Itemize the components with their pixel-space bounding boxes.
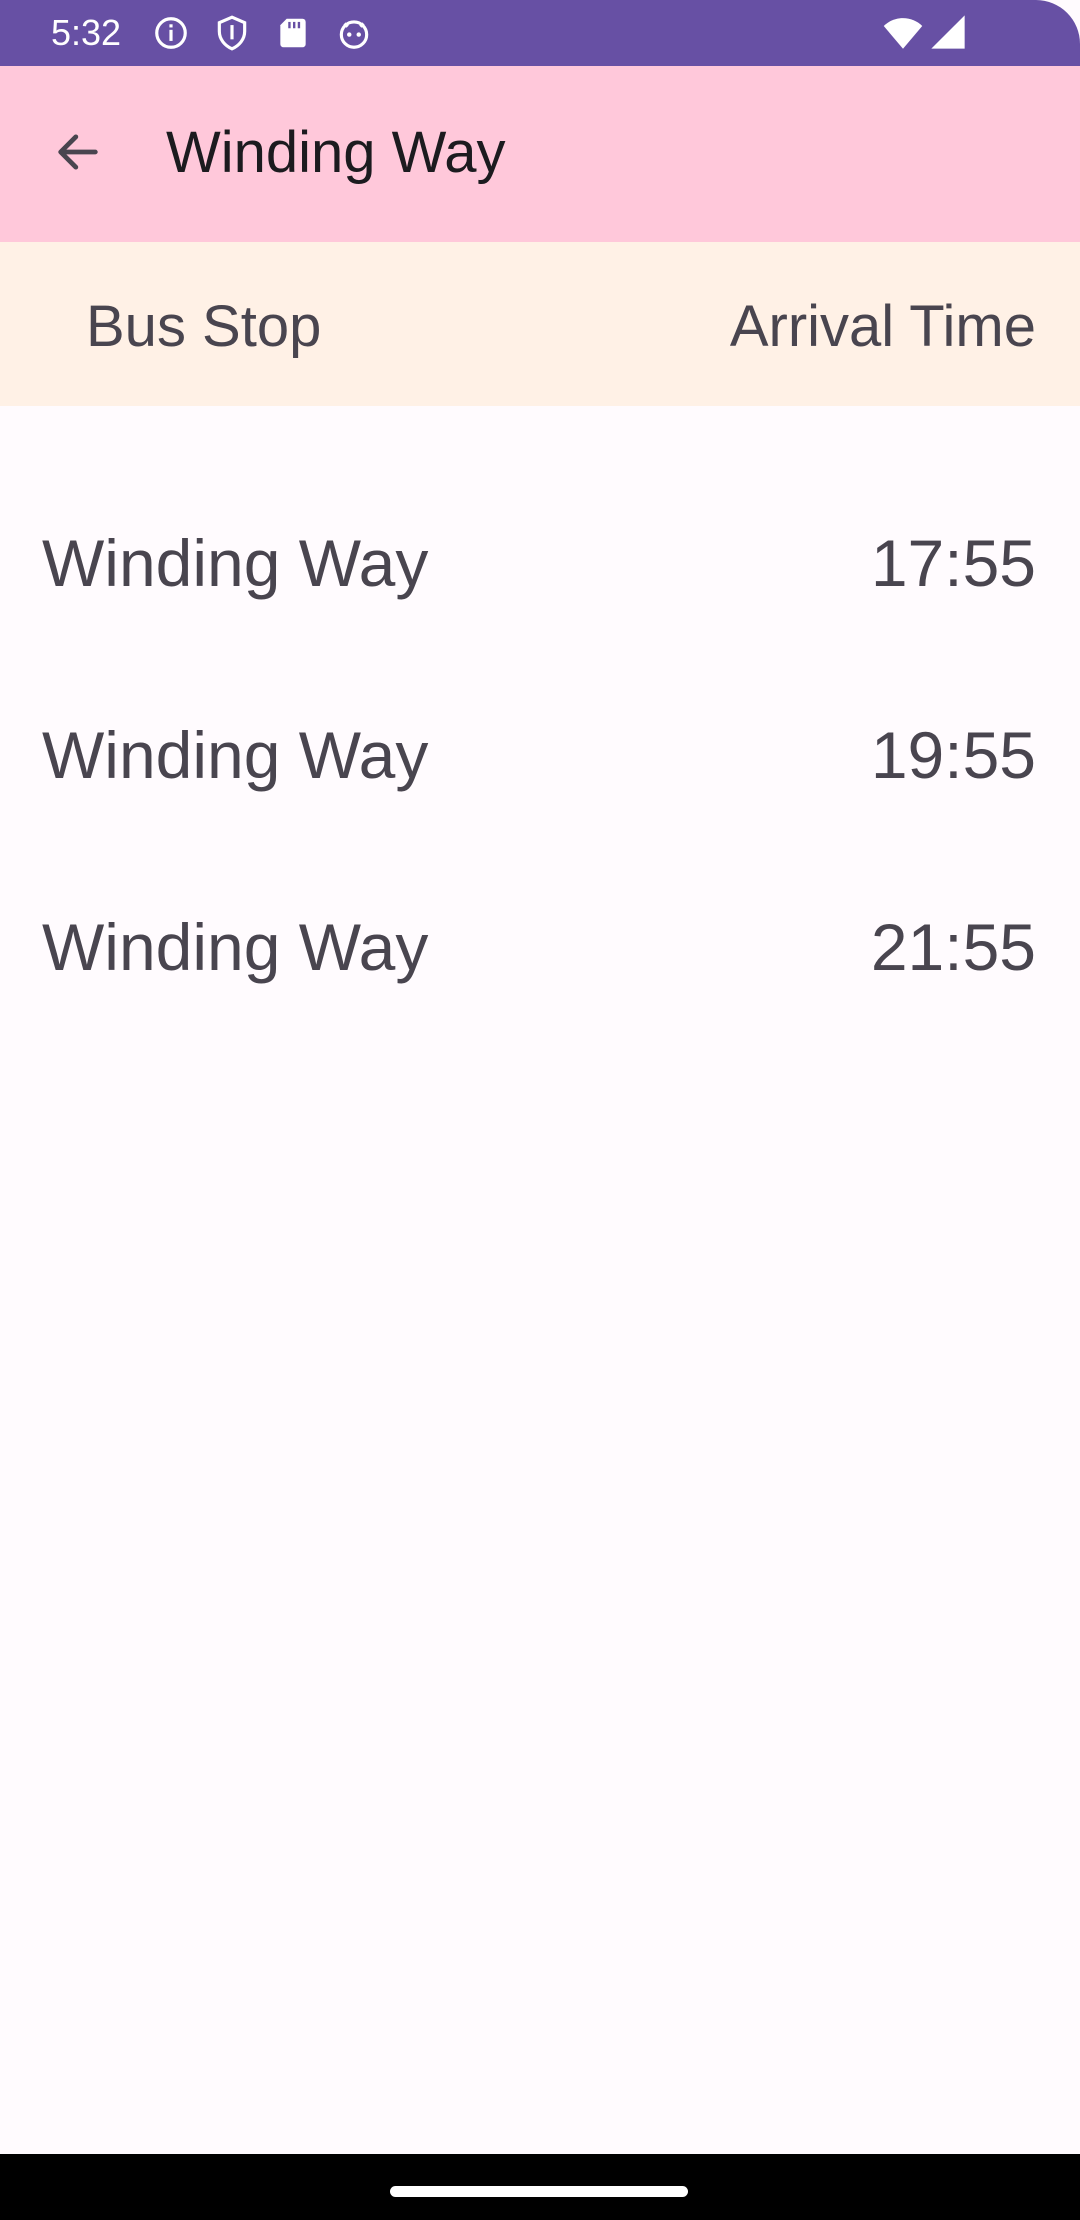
app-bar: Winding Way	[0, 66, 1080, 242]
row-arrival-time: 17:55	[870, 526, 1036, 600]
wifi-icon	[882, 12, 924, 54]
row-bus-stop: Winding Way	[42, 718, 429, 792]
row-arrival-time: 19:55	[870, 718, 1036, 792]
signal-icon	[928, 12, 968, 52]
status-time: 5:32	[51, 12, 122, 53]
back-button[interactable]	[38, 112, 118, 192]
status-bar: 5:32	[0, 0, 1080, 66]
shield-icon	[213, 14, 251, 52]
row-bus-stop: Winding Way	[42, 910, 429, 984]
row-bus-stop: Winding Way	[42, 526, 429, 600]
table-row[interactable]: Winding Way 19:55	[0, 676, 1080, 868]
info-icon	[152, 14, 190, 52]
table-row[interactable]: Winding Way 21:55	[0, 868, 1080, 1060]
android-face-icon	[335, 14, 373, 52]
row-arrival-time: 21:55	[870, 910, 1036, 984]
arrival-list: Winding Way 17:55 Winding Way 19:55 Wind…	[0, 484, 1080, 1060]
sd-card-icon	[274, 14, 312, 52]
arrow-back-icon	[52, 126, 104, 178]
navigation-bar	[0, 2154, 1080, 2220]
home-gesture-handle[interactable]	[390, 2186, 688, 2197]
column-header-bus-stop: Bus Stop	[86, 294, 322, 359]
column-header-arrival-time: Arrival Time	[729, 294, 1036, 359]
table-row[interactable]: Winding Way 17:55	[0, 484, 1080, 676]
table-header: Bus Stop Arrival Time	[0, 242, 1080, 406]
page-title: Winding Way	[166, 120, 506, 185]
